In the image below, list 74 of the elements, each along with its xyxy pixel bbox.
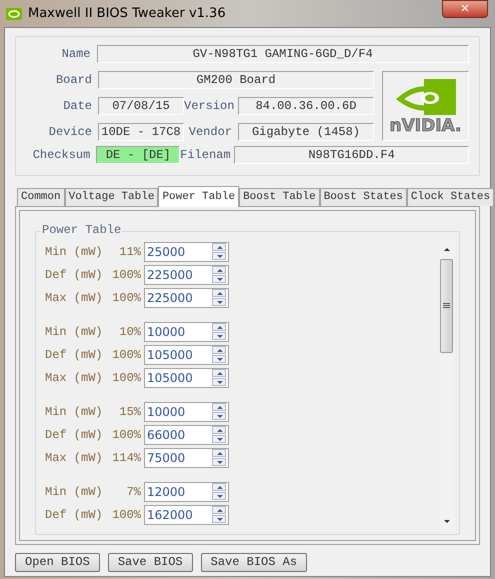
percent-label: 7% [126,484,142,501]
spin-buttons[interactable] [212,506,226,524]
row-label: Min (mW) [45,324,104,341]
row-label: Min (mW) [45,484,104,501]
field-value: DE - [DE] [96,146,180,164]
tab[interactable]: Power Table [158,186,240,207]
field-label: Board [54,72,93,89]
field-value: N98TG16DD.F4 [234,146,469,164]
field-label: Filenam [180,147,232,164]
field-value: 10DE - 17C8 [98,123,184,141]
percent-label: 15% [118,404,142,421]
percent-label: 100% [111,267,142,284]
spin-buttons[interactable] [212,346,226,364]
spin-buttons[interactable] [212,369,226,387]
window-title: Maxwell II BIOS Tweaker v1.36 [28,4,226,23]
spin-field[interactable]: 105000 [144,345,229,365]
tab[interactable]: Boost States [320,188,407,206]
spin-buttons[interactable] [212,426,226,444]
tab[interactable]: Common [17,188,65,206]
spin-buttons[interactable] [212,266,226,284]
tab[interactable]: Boost Table [239,188,320,206]
spin-field[interactable]: 10000 [144,402,229,422]
spin-field[interactable]: 12000 [144,482,229,502]
logo-text: nVIDIA. [390,117,462,135]
field-value: 84.00.36.00.6D [238,97,374,115]
percent-label: 100% [111,507,142,524]
percent-label: 114% [111,450,142,467]
percent-label: 100% [111,370,142,387]
field-value: GM200 Board [98,71,374,89]
app-icon [6,8,22,20]
spin-field[interactable]: 75000 [144,448,229,468]
percent-label: 100% [111,290,142,307]
field-value: 07/08/15 [98,97,184,115]
spin-field[interactable]: 25000 [144,242,229,262]
field-label: Name [60,46,92,63]
spin-field[interactable]: 105000 [144,368,229,388]
action-button[interactable]: Open BIOS [15,553,100,572]
percent-label: 11% [118,244,142,261]
row-label: Max (mW) [45,370,104,387]
action-button[interactable]: Save BIOS [108,553,193,572]
row-label: Def (mW) [45,347,104,364]
field-label: Version [184,98,236,115]
tab[interactable]: Voltage Table [64,188,158,206]
field-label: Device [48,124,93,141]
spin-field[interactable]: 66000 [144,425,229,445]
row-label: Max (mW) [45,450,104,467]
percent-label: 100% [111,427,142,444]
spin-buttons[interactable] [212,289,226,307]
row-label: Max (mW) [45,290,104,307]
field-label: Date [62,98,93,115]
spin-field[interactable]: 10000 [144,322,229,342]
grip-icon [443,303,450,309]
row-label: Def (mW) [45,267,104,284]
row-label: Def (mW) [45,507,104,524]
row-label: Min (mW) [45,404,104,421]
spin-buttons[interactable] [212,243,226,261]
field-label: Vendor [188,124,233,141]
field-label: Checksum [32,147,92,164]
row-label: Def (mW) [45,427,104,444]
action-button[interactable]: Save BIOS As [200,553,308,572]
percent-label: 100% [111,347,142,364]
field-value: GV-N98TG1 GAMING-6GD_D/F4 [96,45,469,63]
spin-field[interactable]: 162000 [144,505,229,525]
spin-buttons[interactable] [212,449,226,467]
spin-buttons[interactable] [212,483,226,501]
percent-label: 10% [118,324,142,341]
field-value: Gigabyte (1458) [238,123,374,141]
row-label: Min (mW) [45,244,104,261]
spin-buttons[interactable] [212,323,226,341]
tab[interactable]: Clock States [406,188,494,206]
spin-field[interactable]: 225000 [144,265,229,285]
eye-logo-icon [394,77,458,117]
spin-buttons[interactable] [212,403,226,421]
spin-field[interactable]: 225000 [144,288,229,308]
